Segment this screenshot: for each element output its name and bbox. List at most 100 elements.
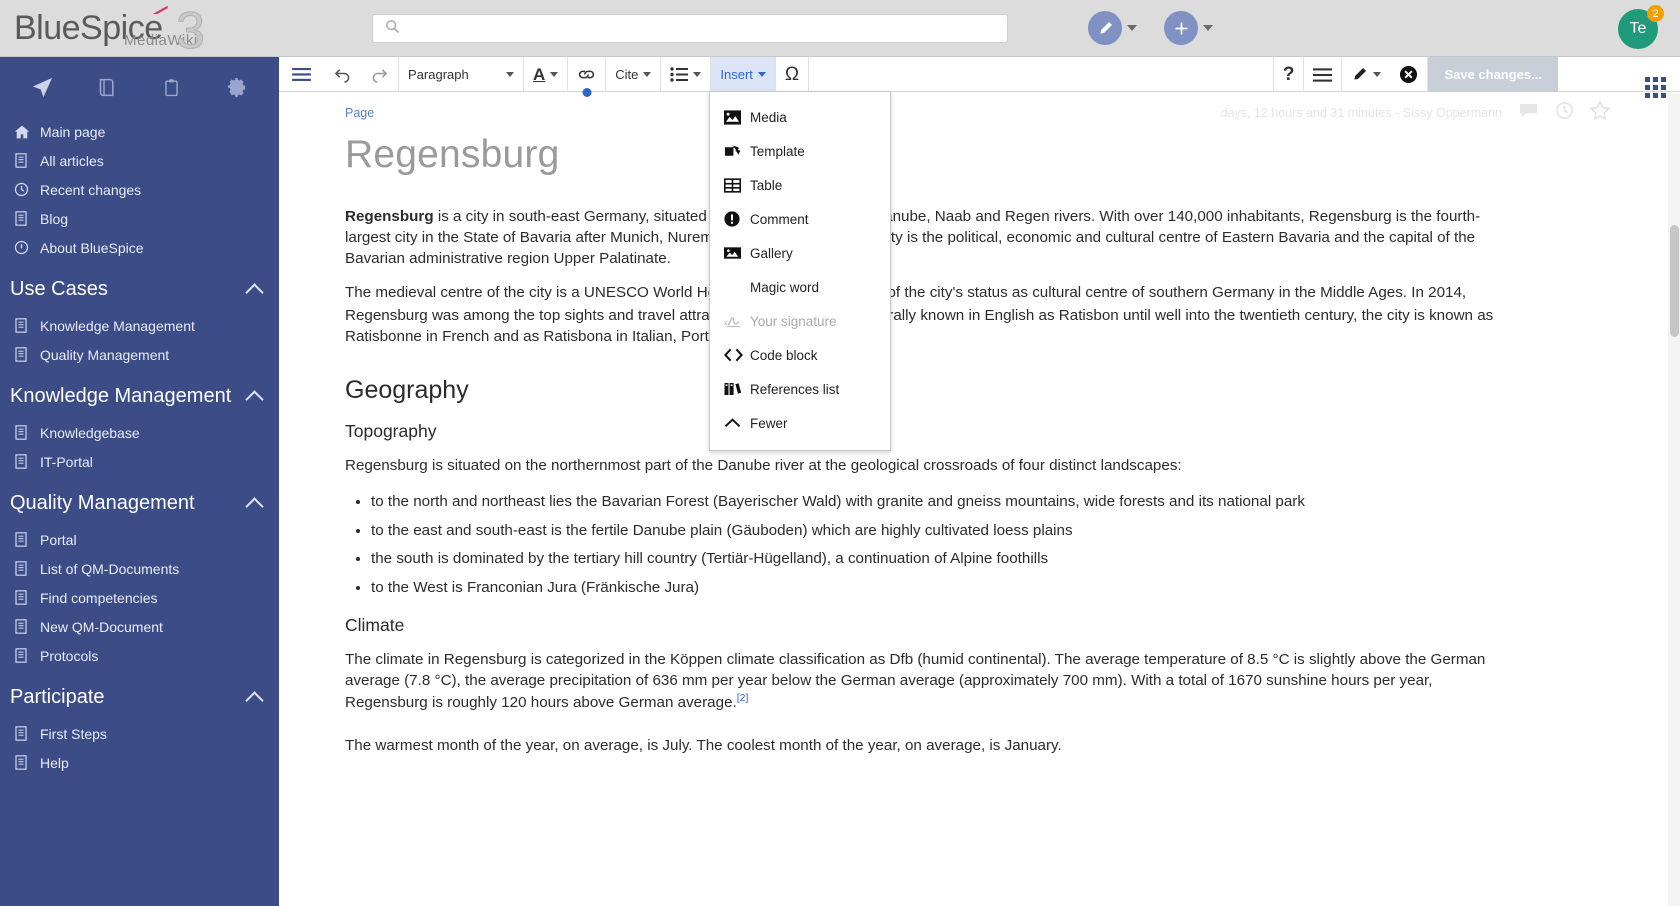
sidebar-section-use-cases[interactable]: Use Cases [0, 262, 279, 311]
sidebar-item-new-qm-document[interactable]: New QM-Document [0, 612, 279, 641]
insert-menu-item-references-list[interactable]: References list [710, 372, 890, 406]
sidebar-item-help[interactable]: Help [0, 748, 279, 777]
page-last-edit-meta: days, 12 hours and 31 minutes - Sissy Op… [1220, 106, 1502, 120]
chevron-down-icon [550, 72, 559, 77]
paragraph-style-select[interactable]: Paragraph [399, 57, 523, 92]
special-character-button[interactable]: Ω [776, 57, 808, 92]
search-box[interactable] [372, 14, 1008, 43]
sidebar-item-find-competencies[interactable]: Find competencies [0, 583, 279, 612]
cancel-button[interactable] [1390, 57, 1427, 92]
history-icon[interactable] [1555, 101, 1574, 125]
article-icon [14, 590, 40, 605]
save-label: Save changes... [1444, 67, 1542, 82]
chevron-up-icon[interactable] [245, 282, 264, 302]
insert-menu-item-template[interactable]: Template [710, 134, 890, 168]
article-icon [14, 561, 40, 576]
add-dropdown-caret[interactable] [1203, 25, 1213, 31]
reference-marker-2[interactable]: [2] [737, 692, 749, 704]
insert-button[interactable]: Insert [711, 57, 775, 92]
clipboard-icon[interactable] [140, 61, 205, 113]
insert-menu-item-table[interactable]: Table [710, 168, 890, 202]
text-style-button[interactable]: A [524, 57, 567, 92]
sidebar-item-first-steps[interactable]: First Steps [0, 719, 279, 748]
sidebar-item-it-portal[interactable]: IT-Portal [0, 447, 279, 476]
switch-editor-button[interactable] [1342, 57, 1390, 92]
bluespice-editor-window: BlueSpice MediaWiki 3 Te 2 Main page All… [0, 0, 1680, 906]
sidebar-item-label: Quality Management [40, 346, 170, 363]
chevron-up-icon[interactable] [245, 690, 264, 710]
sidebar-item-quality-management[interactable]: Quality Management [0, 340, 279, 369]
question-mark-icon: ? [1282, 63, 1295, 85]
sidebar-item-label: About BlueSpice [40, 239, 144, 256]
sidebar-item-knowledge-management[interactable]: Knowledge Management [0, 311, 279, 340]
page-scrollbar[interactable] [1668, 93, 1680, 906]
redo-button[interactable] [361, 57, 398, 92]
chevron-down-icon [1373, 72, 1382, 77]
top-header-bar: BlueSpice MediaWiki 3 Te 2 [0, 0, 1680, 60]
insert-menu-item-fewer[interactable]: Fewer [710, 406, 890, 440]
history-group [324, 57, 399, 92]
climate-paragraph: The climate in Regensburg is categorized… [345, 650, 1500, 715]
save-changes-button[interactable]: Save changes... [1428, 57, 1558, 92]
scrollbar-thumb[interactable] [1670, 225, 1679, 337]
sidebar-item-recent-changes[interactable]: Recent changes [0, 175, 279, 204]
sidebar-item-about-bluespice[interactable]: About BlueSpice [0, 233, 279, 262]
insert-menu-item-comment[interactable]: Comment [710, 202, 890, 236]
chevron-up-icon[interactable] [245, 389, 264, 409]
search-input[interactable] [408, 21, 1007, 36]
star-icon[interactable] [1589, 100, 1611, 125]
sidebar-item-label: Protocols [40, 647, 99, 664]
article-icon [14, 532, 40, 547]
sidebar-item-all-articles[interactable]: All articles [0, 146, 279, 175]
toolbar-menu-icon[interactable] [279, 57, 324, 91]
article-body[interactable]: Regensburg Regensburg is a city in south… [279, 127, 1680, 757]
list-button[interactable] [661, 57, 710, 92]
plus-icon-button[interactable] [1164, 11, 1198, 45]
sidebar-item-portal[interactable]: Portal [0, 525, 279, 554]
page-options-button[interactable] [1304, 57, 1341, 92]
special-character-group: Ω [776, 57, 810, 92]
sidebar-item-label: Find competencies [40, 589, 158, 606]
sidebar-section-knowledge-management[interactable]: Knowledge Management [0, 369, 279, 418]
gear-icon[interactable] [204, 61, 269, 113]
page-meta-group: days, 12 hours and 31 minutes - Sissy Op… [1220, 100, 1611, 125]
help-button[interactable]: ? [1274, 57, 1304, 92]
avatar-badge-count: 2 [1652, 7, 1659, 20]
article-icon [14, 425, 40, 440]
insert-menu-item-magic-word[interactable]: Magic word [710, 270, 890, 304]
sidebar-item-label: Help [40, 754, 69, 771]
link-button[interactable] [568, 57, 605, 97]
signature-icon: x [724, 314, 750, 328]
sidebar-item-label: Portal [40, 531, 77, 548]
sidebar-item-protocols[interactable]: Protocols [0, 641, 279, 670]
insert-menu-item-gallery[interactable]: Gallery [710, 236, 890, 270]
chevron-down-icon [643, 72, 652, 77]
chevron-up-icon[interactable] [245, 496, 264, 516]
insert-menu-item-code-block[interactable]: Code block [710, 338, 890, 372]
sidebar-item-blog[interactable]: Blog [0, 204, 279, 233]
insert-menu-item-label: Template [750, 143, 805, 159]
sidebar-section-participate[interactable]: Participate [0, 670, 279, 719]
breadcrumb[interactable]: Page [345, 106, 374, 120]
insert-menu-item-media[interactable]: Media [710, 100, 890, 134]
pencil-icon-button[interactable] [1088, 11, 1122, 45]
book-icon[interactable] [75, 61, 140, 113]
app-logo[interactable]: BlueSpice MediaWiki 3 [0, 0, 300, 60]
page-title: Regensburg [345, 133, 560, 176]
discussion-icon[interactable] [1518, 102, 1539, 124]
article-icon [14, 755, 40, 770]
article-icon [14, 619, 40, 634]
sidebar-section-title: Participate [10, 686, 105, 708]
history-paragraph: The medieval centre of the city is a UNE… [345, 283, 1500, 348]
table-icon [724, 177, 750, 193]
cite-button[interactable]: Cite [606, 57, 660, 92]
undo-button[interactable] [324, 57, 361, 92]
comment-icon [724, 211, 750, 227]
navigation-icon[interactable] [10, 61, 75, 113]
edit-dropdown-caret[interactable] [1127, 25, 1137, 31]
sidebar-item-knowledgebase[interactable]: Knowledgebase [0, 418, 279, 447]
list-item: to the north and northeast lies the Bava… [371, 491, 1500, 513]
sidebar-section-quality-management[interactable]: Quality Management [0, 476, 279, 525]
sidebar-item-main-page[interactable]: Main page [0, 117, 279, 146]
sidebar-item-list-of-qm-documents[interactable]: List of QM-Documents [0, 554, 279, 583]
